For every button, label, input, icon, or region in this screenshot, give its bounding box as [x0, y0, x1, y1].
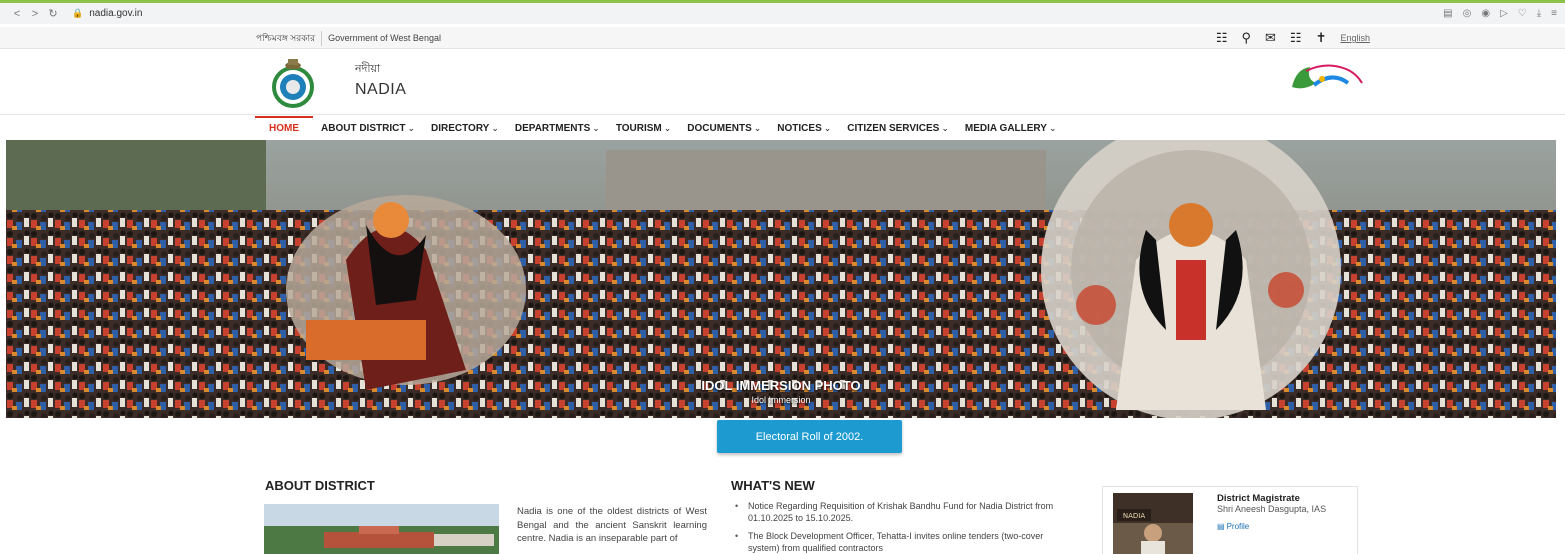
- about-district-image: [264, 504, 499, 554]
- sitemap-icon[interactable]: ☷: [1290, 30, 1302, 46]
- nav-item-citizen-services[interactable]: CITIZEN SERVICES ⌄: [839, 116, 957, 140]
- camera-icon[interactable]: ◎: [1463, 8, 1472, 19]
- district-magistrate-card: NADIA District Magistrate Shri Aneesh Da…: [1102, 486, 1358, 554]
- chevron-down-icon: ⌄: [941, 123, 949, 133]
- reload-icon[interactable]: ↻: [44, 7, 62, 20]
- nav-label: DIRECTORY: [431, 123, 490, 134]
- chevron-down-icon: ⌄: [407, 123, 415, 133]
- hero-title: IDOL IMMERSION PHOTO: [701, 378, 861, 393]
- language-link[interactable]: English: [1340, 33, 1370, 43]
- nav-label: DOCUMENTS: [687, 123, 752, 134]
- nav-item-directory[interactable]: DIRECTORY ⌄: [423, 116, 507, 140]
- government-strip: পশ্চিমবঙ্গ সরকার Government of West Beng…: [0, 27, 1565, 49]
- about-district-text: Nadia is one of the oldest districts of …: [517, 506, 707, 544]
- screenshot-icon[interactable]: ▤: [1443, 8, 1452, 19]
- chevron-down-icon: ⌄: [663, 123, 672, 133]
- dm-name: Shri Aneesh Dasgupta, IAS: [1217, 504, 1327, 514]
- nav-item-documents[interactable]: DOCUMENTS ⌄: [679, 116, 769, 140]
- nav-item-about-district[interactable]: ABOUT DISTRICT ⌄: [313, 116, 423, 140]
- chevron-down-icon: ⌄: [823, 123, 832, 133]
- chevron-down-icon: ⌄: [753, 123, 762, 133]
- heart-icon[interactable]: ♡: [1518, 8, 1527, 19]
- hero-subtitle: Idol Immersion: [751, 395, 811, 405]
- west-bengal-emblem-icon[interactable]: [271, 55, 315, 111]
- shield-icon[interactable]: ◉: [1481, 8, 1490, 19]
- back-arrow-icon[interactable]: <: [8, 8, 26, 20]
- utility-icons: ☷ ⚲ ✉ ☷ ✝ English: [1216, 30, 1370, 46]
- nav-label: HOME: [269, 123, 299, 134]
- dm-title: District Magistrate: [1217, 493, 1300, 504]
- nav-item-home[interactable]: HOME: [255, 116, 313, 140]
- chevron-down-icon: ⌄: [592, 123, 600, 133]
- news-item[interactable]: The Block Development Officer, Tehatta-I…: [733, 531, 1063, 554]
- accessibility-icon[interactable]: ✝: [1316, 30, 1327, 46]
- nav-item-media-gallery[interactable]: MEDIA GALLERY ⌄: [957, 116, 1065, 140]
- forward-arrow-icon[interactable]: >: [26, 8, 44, 20]
- send-icon[interactable]: ▷: [1500, 8, 1508, 19]
- nav-label: CITIZEN SERVICES: [847, 123, 940, 134]
- nav-label: DEPARTMENTS: [514, 123, 591, 134]
- dm-profile-link[interactable]: ▤ Profile: [1217, 522, 1327, 531]
- nav-label: ABOUT DISTRICT: [321, 123, 406, 134]
- hero-slider[interactable]: IDOL IMMERSION PHOTO Idol Immersion: [6, 140, 1556, 418]
- whats-new-list: Notice Regarding Requisition of Krishak …: [733, 501, 1063, 554]
- dm-photo-sign: NADIA: [1123, 512, 1145, 520]
- search-icon[interactable]: ⚲: [1241, 30, 1251, 46]
- hero-caption: IDOL IMMERSION PHOTO Idol Immersion: [6, 378, 1556, 405]
- browser-extension-icons: ▤ ◎ ◉ ▷ ♡ ⤓ ≡: [1443, 8, 1557, 19]
- lock-icon: 🔒: [72, 8, 84, 18]
- news-item[interactable]: Notice Regarding Requisition of Krishak …: [733, 501, 1063, 524]
- about-district-heading: ABOUT DISTRICT: [265, 478, 375, 493]
- address-bar[interactable]: nadia.gov.in: [89, 8, 142, 19]
- nav-label: MEDIA GALLERY: [964, 123, 1047, 134]
- electoral-roll-button[interactable]: Electoral Roll of 2002.: [717, 420, 902, 453]
- district-magistrate-photo: NADIA: [1113, 493, 1193, 554]
- download-icon[interactable]: ⤓: [1537, 8, 1541, 19]
- chevron-down-icon: ⌄: [1048, 123, 1057, 133]
- nav-item-tourism[interactable]: TOURISM ⌄: [608, 116, 679, 140]
- dm-profile-label: Profile: [1226, 522, 1250, 531]
- main-navigation: HOME ABOUT DISTRICT ⌄ DIRECTORY ⌄ DEPARTME…: [255, 116, 1065, 140]
- skip-to-content-icon[interactable]: ☷: [1216, 30, 1228, 46]
- nav-item-notices[interactable]: NOTICES ⌄: [769, 116, 839, 140]
- whats-new-heading: WHAT'S NEW: [731, 478, 815, 493]
- site-title-english: NADIA: [355, 81, 407, 98]
- gov-english-label: Government of West Bengal: [328, 33, 441, 43]
- id-card-icon: ▤: [1217, 522, 1225, 531]
- menu-icon[interactable]: ≡: [1551, 8, 1557, 19]
- chevron-down-icon: ⌄: [491, 123, 499, 133]
- hero-image: [6, 140, 1556, 418]
- browser-toolbar: < > ↻ 🔒 nadia.gov.in ▤ ◎ ◉ ▷ ♡ ⤓ ≡: [0, 0, 1565, 24]
- gov-bengali-label: পশ্চিমবঙ্গ সরকার: [256, 30, 323, 46]
- nav-label: TOURISM: [615, 123, 662, 134]
- site-title[interactable]: নদীয়া NADIA: [355, 60, 406, 99]
- egiye-bangla-logo-icon[interactable]: [1286, 57, 1366, 99]
- site-title-bengali: নদীয়া: [355, 63, 381, 75]
- nav-label: NOTICES: [777, 123, 822, 134]
- screen-reader-icon[interactable]: ✉: [1265, 30, 1276, 46]
- site-header: নদীয়া NADIA: [0, 49, 1565, 115]
- nav-item-departments[interactable]: DEPARTMENTS ⌄: [507, 116, 608, 140]
